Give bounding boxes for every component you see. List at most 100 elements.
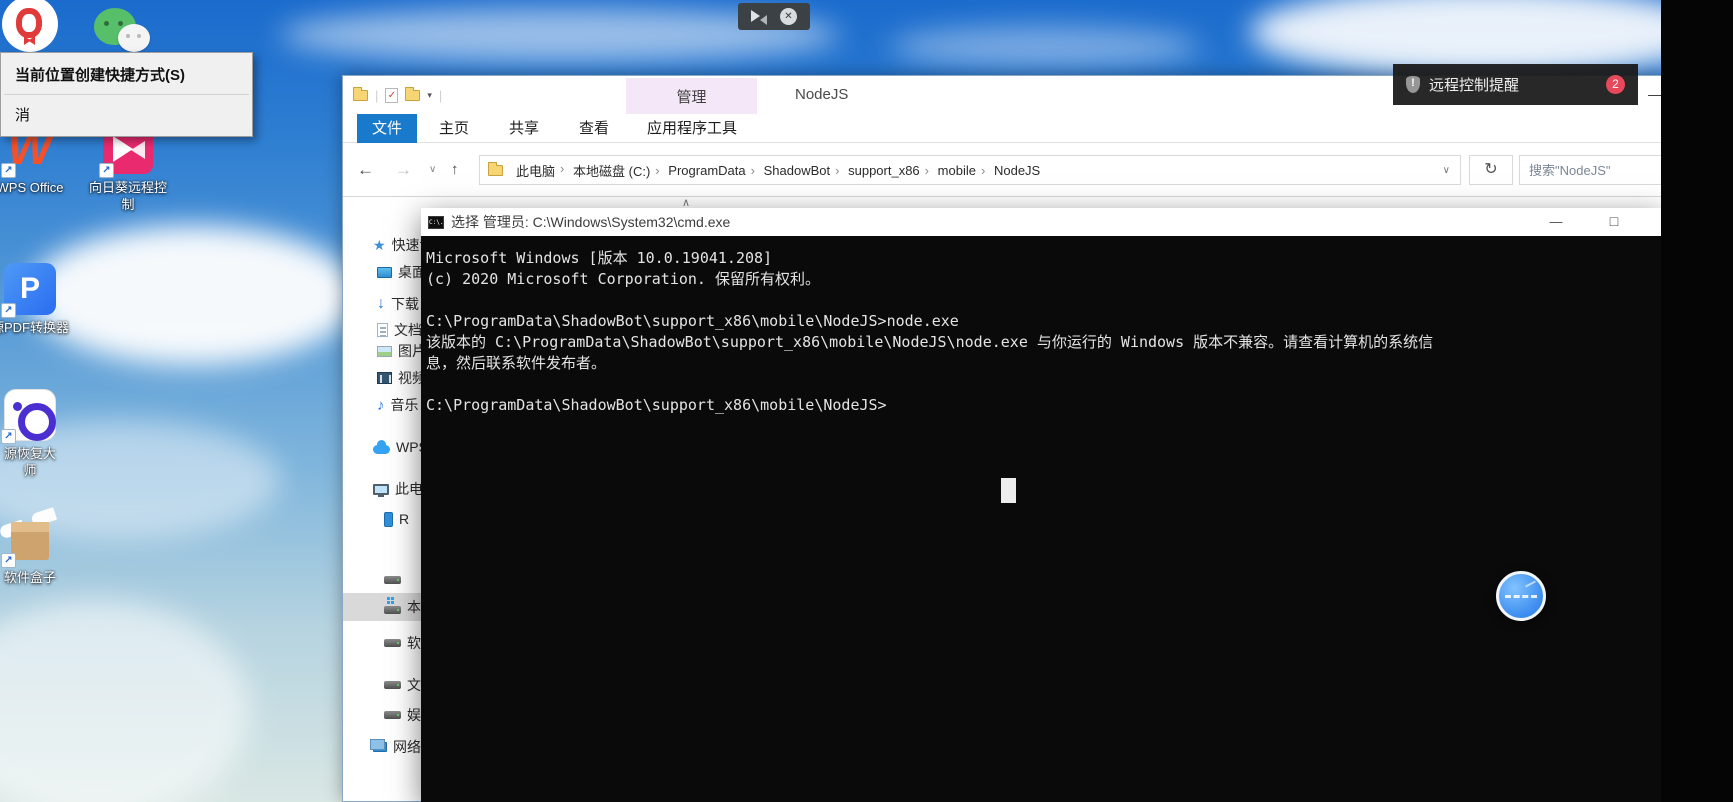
shortcut-arrow-icon: ↗: [1, 163, 16, 178]
chevron-down-icon[interactable]: ▾: [427, 90, 432, 101]
network-icon: [370, 739, 387, 752]
sidebar-item-desktop[interactable]: 桌面: [343, 259, 422, 285]
back-button[interactable]: ←: [357, 143, 374, 197]
breadcrumb-local-disk-c[interactable]: 本地磁盘 (C:): [560, 161, 659, 180]
recent-locations-dropdown[interactable]: ∨: [429, 143, 436, 197]
pdf-converter-icon: P ↗: [1, 262, 57, 318]
sidebar-label: 桌面: [398, 264, 422, 280]
sidebar-item-phone[interactable]: R: [343, 506, 422, 532]
tab-file[interactable]: 文件: [357, 114, 417, 143]
address-toolbar: ← → ∨ ↑ 此电脑 本地磁盘 (C:) ProgramData Shadow…: [343, 143, 1715, 197]
breadcrumb-mobile[interactable]: mobile: [925, 163, 985, 178]
ribbon-tabs: 文件 主页 共享 查看 应用程序工具: [343, 114, 1663, 143]
sidebar-label: R: [399, 511, 410, 527]
console-line: (c) 2020 Microsoft Corporation. 保留所有权利。: [426, 270, 820, 288]
tab-application-tools[interactable]: 应用程序工具: [639, 114, 745, 143]
maximize-button[interactable]: □: [1591, 208, 1637, 236]
cloud-icon: [373, 439, 390, 454]
windows-drive-icon: [384, 597, 401, 614]
sidebar-item-network[interactable]: 网络: [343, 734, 422, 760]
address-bar[interactable]: 此电脑 本地磁盘 (C:) ProgramData ShadowBot supp…: [479, 155, 1461, 185]
up-button[interactable]: ↑: [451, 143, 459, 197]
remote-control-banner[interactable]: 远程控制提醒 2: [1393, 64, 1638, 105]
sidebar-item-drive-documents[interactable]: 文档: [343, 672, 422, 698]
sidebar-item-videos[interactable]: 视频: [343, 365, 422, 391]
download-arrow-icon: [377, 295, 385, 313]
cmd-window-title: 选择 管理员: C:\Windows\System32\cmd.exe: [451, 214, 731, 230]
sidebar-item-quick-access[interactable]: 快速访问: [343, 232, 422, 258]
shortcut-arrow-icon: ↗: [1, 303, 16, 318]
sidebar-item-this-pc[interactable]: 此电脑: [343, 476, 422, 502]
sidebar-label: 娱乐: [407, 707, 422, 723]
sidebar-item-drive[interactable]: [343, 567, 422, 593]
phone-icon: [384, 511, 393, 527]
desktop-icon: [377, 266, 392, 278]
menu-item-cancel[interactable]: 消: [1, 95, 252, 136]
sidebar-item-drive-media[interactable]: 娱乐: [343, 702, 422, 728]
explorer-sidebar: 快速访问 桌面 下载 文档 图片 视频 音乐 WPS网盘 此电脑 R: [343, 197, 422, 801]
console-line: 该版本的 C:\ProgramData\ShadowBot\support_x8…: [426, 333, 1434, 351]
breadcrumb-support-x86[interactable]: support_x86: [835, 163, 929, 178]
cloud: [0, 600, 250, 802]
menu-item-create-shortcut[interactable]: 当前位置创建快捷方式(S): [1, 53, 252, 94]
separator: |: [375, 87, 379, 103]
tab-home[interactable]: 主页: [431, 114, 477, 143]
sidebar-item-drive-software[interactable]: 软件: [343, 630, 422, 656]
console-line: C:\ProgramData\ShadowBot\support_x86\mob…: [426, 312, 959, 330]
sidebar-label: 下载: [391, 296, 419, 312]
forward-button[interactable]: →: [395, 143, 412, 197]
screen: 当前位置创建快捷方式(S) 消 W ↗ WPS Office ↗ 向日葵远程控制…: [0, 0, 1733, 802]
breadcrumb-this-pc[interactable]: 此电脑: [507, 161, 564, 180]
sidebar-item-pictures[interactable]: 图片: [343, 338, 422, 364]
remote-mini-toolbar: [738, 3, 810, 30]
sidebar-item-downloads[interactable]: 下载: [343, 291, 422, 317]
computer-icon: [373, 483, 389, 497]
desktop-icon-label: 源恢复大师: [3, 446, 56, 478]
desktop-icon-pdf-converter[interactable]: P ↗ 源PDF转换器: [0, 262, 78, 336]
shortcut-arrow-icon: ↗: [1, 553, 16, 568]
screen-letterbox: [1661, 0, 1733, 802]
desktop-icon-software-box[interactable]: ↗ 软件盒子: [0, 512, 78, 586]
drive-icon: [384, 639, 401, 647]
quick-access-toolbar: | ▾ |: [353, 76, 442, 114]
sidebar-label: 音乐: [390, 397, 419, 413]
drive-icon: [384, 576, 401, 584]
refresh-button[interactable]: [1469, 155, 1513, 185]
sidebar-label: 此电脑: [395, 481, 422, 497]
software-box-icon: ↗: [0, 512, 57, 568]
breadcrumb-nodejs[interactable]: NodeJS: [981, 163, 1049, 178]
sidebar-item-local-disk-c[interactable]: 本地磁盘: [343, 593, 422, 621]
cmd-window: 选择 管理员: C:\Windows\System32\cmd.exe — □ …: [421, 208, 1677, 802]
desktop-icon-label: 源PDF转换器: [0, 320, 69, 335]
breadcrumb-shadowbot[interactable]: ShadowBot: [751, 163, 840, 178]
console-line: C:\ProgramData\ShadowBot\support_x86\mob…: [426, 396, 887, 414]
cmd-console-output[interactable]: Microsoft Windows [版本 10.0.19041.208] (c…: [421, 236, 1664, 802]
sidebar-item-music[interactable]: 音乐: [343, 392, 422, 418]
collapse-arrows-icon[interactable]: [751, 10, 767, 25]
tab-view[interactable]: 查看: [571, 114, 617, 143]
window-title: NodeJS: [795, 86, 849, 103]
sidebar-item-wps-cloud[interactable]: WPS网盘: [343, 434, 422, 460]
folder-icon[interactable]: [353, 86, 368, 101]
document-icon: [377, 323, 388, 337]
address-dropdown-icon[interactable]: ∨: [1443, 165, 1460, 176]
wechat-icon-small-bubble: [118, 24, 150, 52]
properties-check-icon[interactable]: [385, 87, 399, 103]
desktop-icon-recovery-master[interactable]: ↗ 源恢复大师: [0, 388, 78, 479]
tab-share[interactable]: 共享: [501, 114, 547, 143]
separator: |: [438, 87, 443, 103]
new-folder-icon[interactable]: [405, 86, 421, 101]
cmd-prompt-icon: [428, 215, 444, 229]
drive-icon: [384, 711, 401, 719]
close-circle-icon[interactable]: [780, 8, 797, 25]
sidebar-label: WPS网盘: [396, 439, 422, 455]
minimize-button[interactable]: —: [1533, 208, 1579, 236]
sidebar-label: 图片: [398, 343, 422, 359]
shortcut-arrow-icon: ↗: [1, 429, 16, 444]
breadcrumb-programdata[interactable]: ProgramData: [655, 163, 754, 178]
remote-float-ball[interactable]: [1496, 571, 1546, 621]
cmd-titlebar[interactable]: 选择 管理员: C:\Windows\System32\cmd.exe — □ …: [421, 208, 1677, 236]
contextual-tab-manage[interactable]: 管理: [626, 78, 757, 114]
sidebar-label: 本地磁盘: [407, 599, 422, 615]
